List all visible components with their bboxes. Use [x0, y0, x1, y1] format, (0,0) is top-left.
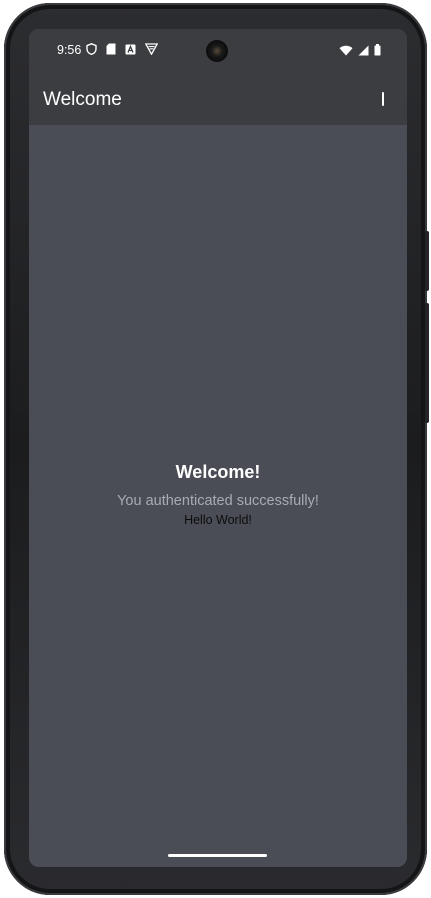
welcome-heading: Welcome!	[175, 462, 261, 482]
status-time: 9:56	[57, 43, 82, 57]
hello-world-text: Hello World!	[184, 513, 252, 527]
status-icons-right	[339, 43, 381, 61]
status-bar: 9:56	[29, 29, 407, 73]
wifi-icon	[339, 43, 353, 61]
screen: 9:56 Welcome Welcome! You authenticated …	[29, 29, 407, 867]
status-icons-left	[86, 42, 159, 60]
gesture-nav-handle[interactable]	[168, 854, 267, 857]
volume-button	[425, 303, 429, 423]
sd-card-icon	[106, 42, 116, 60]
main-content: Welcome! You authenticated successfully!…	[29, 125, 407, 867]
auth-success-text: You authenticated successfully!	[117, 493, 319, 509]
a-badge-icon	[125, 42, 136, 60]
shield-icon	[86, 42, 97, 60]
signal-icon	[358, 43, 369, 61]
phone-frame: 9:56 Welcome Welcome! You authenticated …	[4, 3, 429, 895]
power-button	[425, 231, 429, 291]
vpn-icon	[144, 42, 159, 60]
app-bar-title: Welcome	[43, 89, 122, 110]
more-vert-icon[interactable]	[377, 89, 389, 109]
app-bar: Welcome	[29, 73, 407, 125]
battery-icon	[374, 43, 381, 61]
front-camera	[206, 40, 228, 62]
